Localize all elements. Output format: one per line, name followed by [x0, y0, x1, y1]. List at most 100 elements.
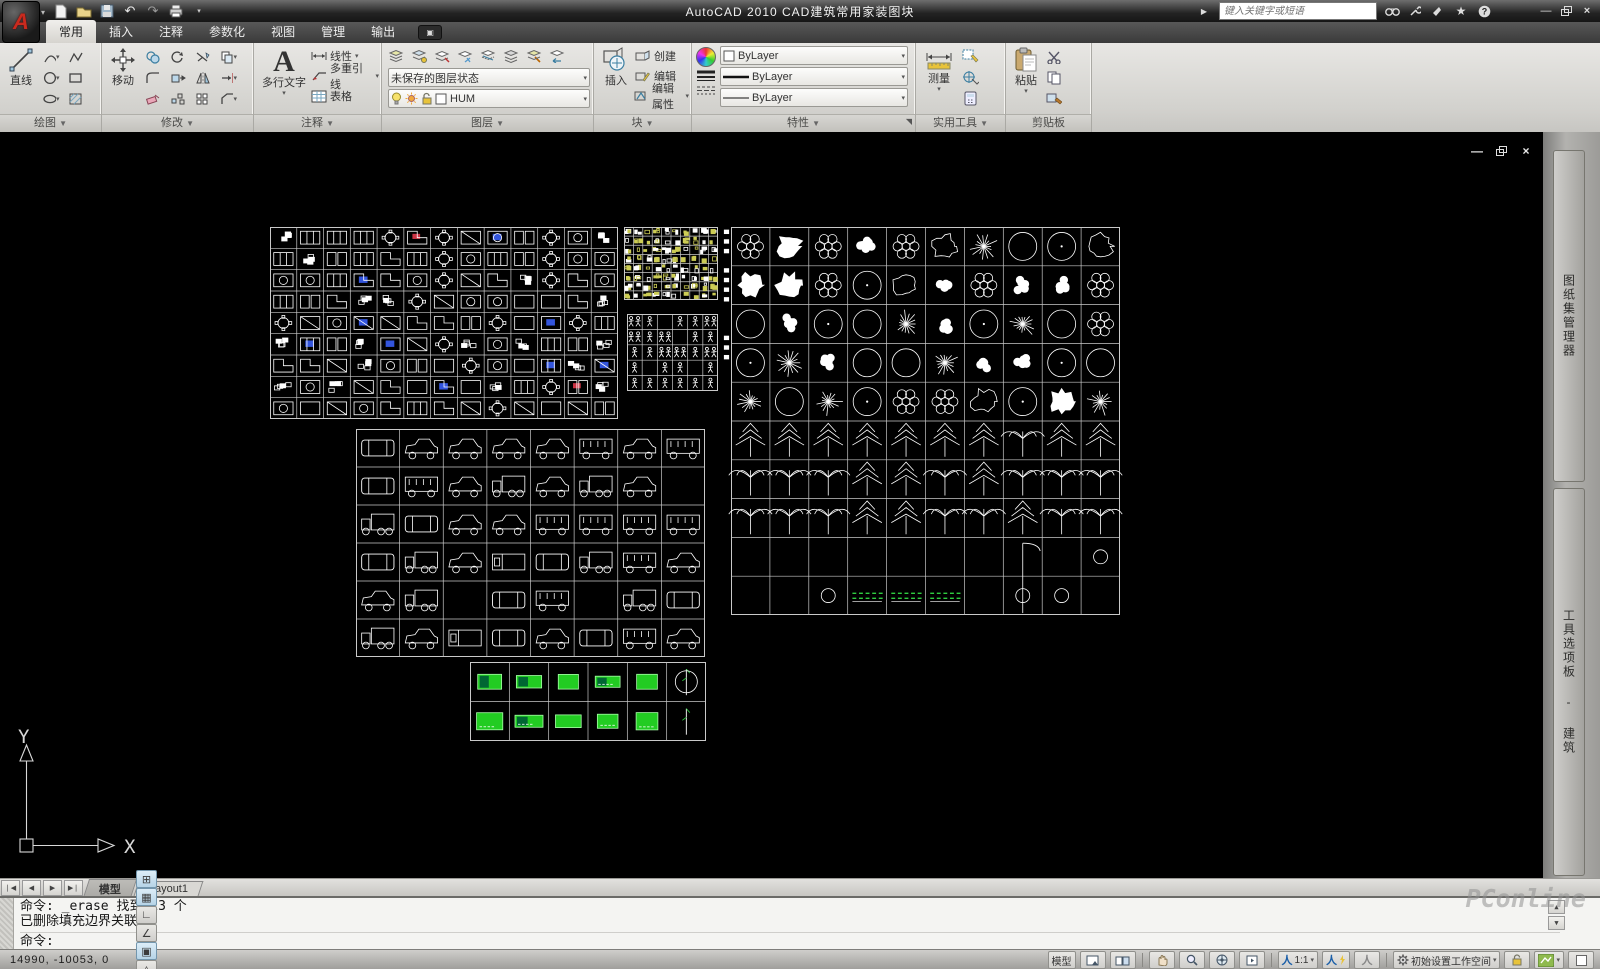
workspace-switch-button[interactable]: 初始设置工作空间▾ — [1393, 951, 1501, 969]
tab-model[interactable]: 模型 — [83, 879, 137, 898]
block-grid-furniture[interactable] — [270, 227, 618, 419]
layer-lock-button[interactable] — [480, 48, 497, 64]
prev-tab-button[interactable]: ◀ — [22, 880, 41, 896]
clean-screen-button[interactable] — [1568, 951, 1594, 969]
circle-button[interactable]: ▾ — [43, 70, 60, 86]
id-point-button[interactable] — [962, 70, 979, 86]
layer-properties-button[interactable] — [388, 48, 405, 64]
match-properties-button[interactable] — [1046, 91, 1063, 107]
plot-button[interactable] — [167, 3, 185, 19]
search-input[interactable] — [1219, 2, 1377, 20]
next-tab-button[interactable]: ▶ — [43, 880, 62, 896]
app-menu-arrow-icon[interactable]: ▾ — [41, 8, 45, 17]
layer-isolate-button[interactable] — [434, 48, 451, 64]
tab-manage[interactable]: 管理 — [308, 20, 358, 43]
drawing-canvas[interactable]: — × Y X — [0, 132, 1543, 878]
array-button[interactable] — [194, 91, 211, 107]
command-prompt[interactable]: 命令: — [20, 932, 1560, 949]
cut-scissors-button[interactable] — [1046, 49, 1063, 65]
autoscale-button[interactable]: 人 — [1354, 951, 1380, 969]
panel-modify-label[interactable]: 修改 ▼ — [102, 114, 253, 132]
last-tab-button[interactable]: ▶❘ — [64, 880, 83, 896]
minimize-button[interactable]: — — [1539, 5, 1553, 17]
layer-match-button[interactable] — [526, 48, 543, 64]
paste-button[interactable]: 粘贴 ▾ — [1010, 46, 1042, 109]
eraser-button[interactable] — [144, 91, 161, 107]
panel-utilities-label[interactable]: 实用工具 ▼ — [916, 114, 1005, 132]
mirror-button[interactable] — [194, 70, 211, 86]
tab-annotate[interactable]: 注释 — [146, 20, 196, 43]
first-tab-button[interactable]: ❘◀ — [1, 880, 20, 896]
block-grid-people[interactable] — [627, 314, 718, 391]
calculator-button[interactable] — [962, 91, 979, 107]
scroll-up-button[interactable]: ▲ — [1548, 900, 1565, 914]
panel-properties-label[interactable]: 特性 ▼◥ — [692, 114, 915, 132]
app-status-menu-button[interactable]: ▾ — [1534, 951, 1564, 969]
panel-clipboard-label[interactable]: 剪贴板 — [1006, 114, 1091, 132]
help-icon[interactable]: ? — [1476, 4, 1492, 18]
toggle-polar-icon[interactable]: ∠ — [136, 924, 157, 942]
drawing-close-button[interactable]: × — [1519, 144, 1533, 158]
drawing-restore-button[interactable] — [1496, 146, 1507, 156]
layer-state-button[interactable] — [411, 48, 428, 64]
toolbar-lock-button[interactable] — [1504, 951, 1530, 969]
rectangle-button[interactable] — [67, 70, 84, 86]
sheet-set-manager-tab[interactable]: 图纸集管理器 — [1553, 150, 1585, 482]
block-grid-vehicles[interactable] — [356, 429, 705, 657]
panel-draw-label[interactable]: 绘图 ▼ — [0, 114, 101, 132]
qat-customize-arrow[interactable]: ▾ — [190, 3, 208, 19]
toggle-snap-icon[interactable]: ⊞ — [136, 870, 157, 888]
toggle-osnap3d-icon[interactable]: △ — [136, 960, 157, 969]
quick-view-layouts-button[interactable] — [1110, 951, 1136, 969]
command-line-window[interactable]: 命令: _erase 找到 13 个已删除填充边界关联性。 命令: ▲ ▼ PC… — [0, 896, 1600, 951]
info-center-expand-icon[interactable]: ▶ — [1196, 4, 1212, 18]
stretch-button[interactable] — [169, 70, 186, 86]
open-file-button[interactable] — [75, 3, 93, 19]
annotation-scale-button[interactable]: 人1:1▾ — [1278, 951, 1318, 969]
tool-palettes-tab[interactable]: 工具选项板 - 建筑 — [1553, 488, 1585, 876]
subscription-wrench-icon[interactable] — [1407, 4, 1423, 18]
new-file-button[interactable] — [52, 3, 70, 19]
trim-button[interactable] — [194, 49, 211, 65]
line-button[interactable]: 直线 — [4, 46, 38, 109]
block-grid-trees[interactable] — [731, 227, 1120, 615]
communication-center-icon[interactable] — [1430, 4, 1446, 18]
insert-block-button[interactable]: 插入 — [598, 46, 634, 106]
mtext-button[interactable]: A 多行文字 ▾ — [258, 46, 310, 106]
undo-button[interactable]: ↶ — [121, 3, 139, 19]
lineweight-dropdown[interactable]: ByLayer▾ — [720, 67, 908, 86]
tab-home[interactable]: 常用 — [46, 20, 96, 43]
block-grid-ticks[interactable] — [722, 227, 731, 362]
hatch-button[interactable] — [67, 91, 84, 107]
command-window-grip[interactable] — [0, 898, 14, 951]
close-button[interactable]: × — [1580, 5, 1594, 17]
favorites-star-icon[interactable]: ★ — [1453, 4, 1469, 18]
layer-state-dropdown[interactable]: 未保存的图层状态▾ — [388, 68, 590, 87]
layout-button[interactable] — [1080, 951, 1106, 969]
scroll-down-button[interactable]: ▼ — [1548, 916, 1565, 930]
polyline-button[interactable] — [67, 49, 84, 65]
panel-layers-label[interactable]: 图层 ▼ — [382, 114, 593, 132]
search-binoculars-icon[interactable] — [1384, 4, 1400, 18]
tab-output[interactable]: 输出 — [358, 20, 408, 43]
drawing-minimize-button[interactable]: — — [1470, 144, 1484, 158]
ellipse-button[interactable]: ▾ — [43, 91, 60, 107]
layer-freeze-button[interactable] — [457, 48, 474, 64]
media-browser-icon[interactable]: ▣ — [418, 25, 442, 40]
layer-off-button[interactable] — [503, 48, 520, 64]
panel-block-label[interactable]: 块 ▼ — [594, 114, 691, 132]
block-grid-appliances[interactable] — [624, 227, 718, 300]
save-button[interactable] — [98, 3, 116, 19]
rotate-button[interactable] — [169, 49, 186, 65]
move-button[interactable]: 移动 — [106, 46, 140, 109]
tab-view[interactable]: 视图 — [258, 20, 308, 43]
panel-annotate-label[interactable]: 注释 ▼ — [254, 114, 381, 132]
chamfer-button[interactable]: ▾ — [220, 91, 237, 107]
toggle-ortho-icon[interactable]: ∟ — [136, 906, 157, 924]
application-menu-button[interactable]: A — [2, 1, 40, 43]
toggle-osnap-icon[interactable]: ▣ — [136, 942, 157, 960]
annotation-visibility-button[interactable]: 人 — [1322, 951, 1350, 969]
erase-button[interactable] — [144, 49, 161, 65]
create-block-button[interactable]: 创建 — [634, 46, 689, 66]
linetype-dropdown[interactable]: ByLayer▾ — [720, 88, 908, 107]
